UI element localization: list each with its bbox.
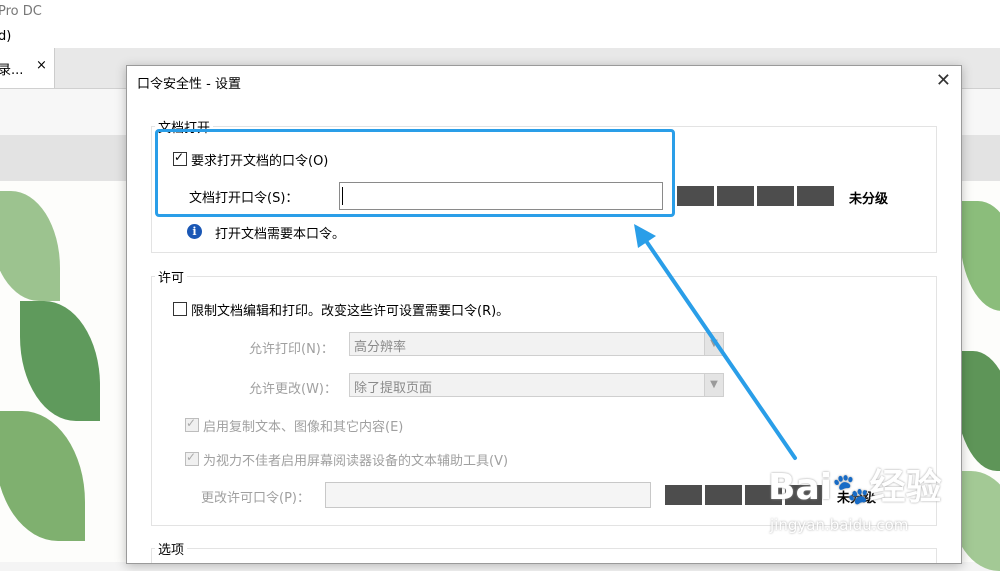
password-strength-segment xyxy=(677,186,714,206)
watermark-brand: Bai xyxy=(768,467,833,508)
permissions-strength-segment xyxy=(665,485,702,505)
leaf-decoration xyxy=(0,411,85,541)
enable-accessibility-checkbox[interactable] xyxy=(185,450,199,466)
chevron-down-icon: ▼ xyxy=(704,333,723,355)
restrict-editing-label[interactable]: 限制文档编辑和打印。改变这些许可设置需要口令(R)。 xyxy=(191,300,509,319)
menu-bar: d) xyxy=(0,26,1000,48)
document-tab-label: 录... xyxy=(0,63,24,78)
watermark-url: jingyan.baidu.com xyxy=(770,516,909,534)
leaf-decoration xyxy=(20,301,100,421)
leaf-decoration xyxy=(0,191,60,301)
annotation-highlight-box xyxy=(155,129,675,217)
paw-icon: 🐾 xyxy=(832,472,870,507)
options-title: 选项 xyxy=(155,539,188,558)
dialog-title: 口令安全性 - 设置 xyxy=(137,77,241,92)
permissions-password-label: 更改许可口令(P)： xyxy=(201,491,310,506)
allow-print-select[interactable]: 高分辨率 ▼ xyxy=(349,332,724,356)
enable-copy-label[interactable]: 启用复制文本、图像和其它内容(E) xyxy=(203,416,403,435)
app-title-bar: Pro DC xyxy=(0,0,1000,27)
enable-copy-checkbox[interactable] xyxy=(185,416,199,432)
allow-print-label: 允许打印(N)： xyxy=(249,342,334,357)
close-icon[interactable]: ✕ xyxy=(936,70,951,91)
chevron-down-icon: ▼ xyxy=(704,374,723,396)
menu-item-help[interactable]: d) xyxy=(0,29,11,44)
leaf-decoration xyxy=(960,201,1000,311)
permissions-password-input[interactable] xyxy=(325,482,651,508)
info-icon: i xyxy=(187,224,202,239)
password-strength-segment xyxy=(797,186,834,206)
password-strength-segment xyxy=(757,186,794,206)
password-strength-segment xyxy=(717,186,754,206)
close-tab-icon[interactable]: × xyxy=(36,58,47,73)
document-tab[interactable]: 录... × xyxy=(0,48,55,88)
watermark-brand-cn: 经验 xyxy=(869,467,942,508)
permissions-strength-segment xyxy=(705,485,742,505)
restrict-editing-checkbox[interactable] xyxy=(173,302,187,316)
allow-changes-value: 除了提取页面 xyxy=(354,381,433,396)
password-strength-label: 未分级 xyxy=(849,192,889,207)
baidu-watermark: Bai🐾经验 jingyan.baidu.com xyxy=(768,458,942,534)
allow-changes-select[interactable]: 除了提取页面 ▼ xyxy=(349,373,724,397)
permissions-title: 许可 xyxy=(155,267,188,286)
open-password-info-text: 打开文档需要本口令。 xyxy=(215,227,346,242)
enable-accessibility-label[interactable]: 为视力不佳者启用屏幕阅读器设备的文本辅助工具(V) xyxy=(203,450,508,469)
allow-print-value: 高分辨率 xyxy=(354,340,407,355)
allow-changes-label: 允许更改(W)： xyxy=(249,382,337,397)
app-title: Pro DC xyxy=(0,4,42,19)
